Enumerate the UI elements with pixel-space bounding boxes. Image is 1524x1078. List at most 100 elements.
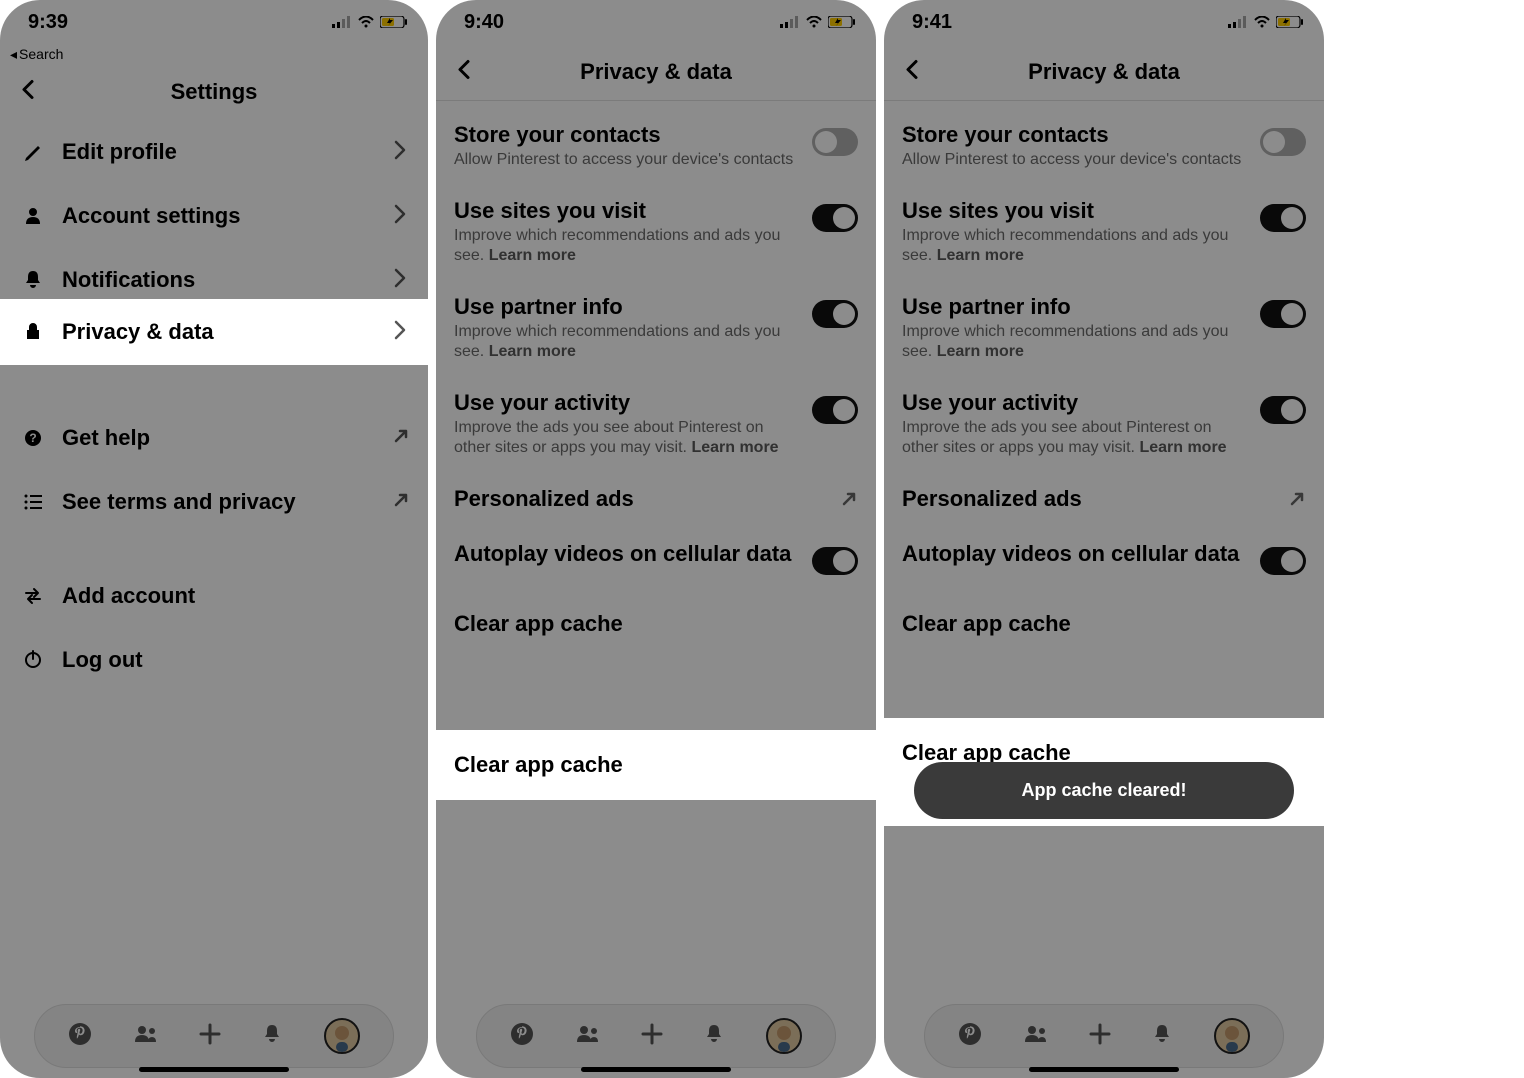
bell-icon xyxy=(18,270,48,290)
item-title: Use partner info xyxy=(902,294,1248,320)
item-clear-cache-highlight[interactable]: Clear app cache xyxy=(436,730,876,800)
item-subtitle: Allow Pinterest to access your device's … xyxy=(902,150,1248,170)
nav-create-icon[interactable] xyxy=(641,1023,663,1050)
battery-icon xyxy=(828,16,856,28)
nav-notifications-icon[interactable] xyxy=(705,1024,723,1049)
chevron-right-icon xyxy=(390,319,410,346)
item-use-activity: Use your activity Improve the ads you se… xyxy=(436,376,876,472)
home-indicator[interactable] xyxy=(139,1067,289,1072)
item-subtitle: Improve the ads you see about Pinterest … xyxy=(902,418,1248,458)
item-subtitle: Improve the ads you see about Pinterest … xyxy=(454,418,800,458)
row-label: Edit profile xyxy=(48,139,390,165)
item-title: Use sites you visit xyxy=(902,198,1248,224)
row-terms-privacy[interactable]: See terms and privacy xyxy=(0,470,428,534)
swap-icon xyxy=(18,587,48,605)
nav-avatar[interactable] xyxy=(324,1018,360,1054)
learn-more-link[interactable]: Learn more xyxy=(937,343,1024,360)
battery-icon xyxy=(380,16,408,28)
item-title: Clear app cache xyxy=(454,611,846,637)
toggle-partner-info[interactable] xyxy=(812,300,858,328)
external-link-icon xyxy=(1288,490,1306,513)
item-title: Use partner info xyxy=(454,294,800,320)
header: Privacy & data xyxy=(884,44,1324,100)
back-button[interactable] xyxy=(902,59,922,86)
learn-more-link[interactable]: Learn more xyxy=(489,343,576,360)
status-time: 9:40 xyxy=(464,11,504,34)
nav-home-icon[interactable] xyxy=(510,1022,534,1051)
row-privacy-data-highlight[interactable]: Privacy & data xyxy=(0,299,428,365)
question-icon xyxy=(18,429,48,447)
item-store-contacts: Store your contacts Allow Pinterest to a… xyxy=(436,108,876,184)
item-title: Store your contacts xyxy=(902,122,1248,148)
toggle-use-sites[interactable] xyxy=(812,204,858,232)
back-to-search[interactable]: ◂Search xyxy=(0,44,428,64)
page-title: Settings xyxy=(171,79,258,105)
nav-home-icon[interactable] xyxy=(958,1022,982,1051)
item-personalized-ads[interactable]: Personalized ads xyxy=(436,472,876,527)
cell-signal-icon xyxy=(780,16,800,28)
person-icon xyxy=(18,206,48,226)
item-subtitle: Improve which recommendations and ads yo… xyxy=(454,226,800,266)
chevron-right-icon xyxy=(390,139,410,166)
row-label: Notifications xyxy=(48,267,390,293)
home-indicator[interactable] xyxy=(581,1067,731,1072)
toast-cache-cleared: App cache cleared! xyxy=(914,762,1294,819)
learn-more-link[interactable]: Learn more xyxy=(691,439,778,456)
nav-people-icon[interactable] xyxy=(135,1024,157,1049)
toggle-use-activity[interactable] xyxy=(1260,396,1306,424)
item-title: Clear app cache xyxy=(902,611,1294,637)
row-edit-profile[interactable]: Edit profile xyxy=(0,120,428,184)
back-button[interactable] xyxy=(18,79,38,106)
status-bar: 9:40 xyxy=(436,0,876,44)
item-title: Personalized ads xyxy=(902,486,1276,512)
back-button[interactable] xyxy=(454,59,474,86)
toggle-store-contacts[interactable] xyxy=(1260,128,1306,156)
row-account-settings[interactable]: Account settings xyxy=(0,184,428,248)
nav-avatar[interactable] xyxy=(1214,1018,1250,1054)
nav-people-icon[interactable] xyxy=(1025,1024,1047,1049)
row-label: Log out xyxy=(48,647,410,673)
toggle-autoplay[interactable] xyxy=(1260,547,1306,575)
screen-settings: 9:39 ◂Search Settings Edit profile Accou… xyxy=(0,0,428,1078)
item-use-sites: Use sites you visit Improve which recomm… xyxy=(884,184,1324,280)
row-label: See terms and privacy xyxy=(48,489,392,515)
learn-more-link[interactable]: Learn more xyxy=(937,247,1024,264)
nav-people-icon[interactable] xyxy=(577,1024,599,1049)
nav-notifications-icon[interactable] xyxy=(1153,1024,1171,1049)
item-clear-cache[interactable]: Clear app cache xyxy=(436,589,876,659)
wifi-icon xyxy=(1254,16,1270,28)
home-indicator[interactable] xyxy=(1029,1067,1179,1072)
toggle-partner-info[interactable] xyxy=(1260,300,1306,328)
item-title: Autoplay videos on cellular data xyxy=(454,541,800,567)
nav-home-icon[interactable] xyxy=(68,1022,92,1051)
nav-create-icon[interactable] xyxy=(1089,1023,1111,1050)
toggle-use-sites[interactable] xyxy=(1260,204,1306,232)
nav-create-icon[interactable] xyxy=(199,1023,221,1050)
row-label: Account settings xyxy=(48,203,390,229)
learn-more-link[interactable]: Learn more xyxy=(1139,439,1226,456)
header: Privacy & data xyxy=(436,44,876,100)
power-icon xyxy=(18,650,48,670)
item-clear-cache[interactable]: Clear app cache xyxy=(884,589,1324,659)
nav-avatar[interactable] xyxy=(766,1018,802,1054)
cell-signal-icon xyxy=(332,16,352,28)
item-title: Personalized ads xyxy=(454,486,828,512)
toggle-store-contacts[interactable] xyxy=(812,128,858,156)
learn-more-link[interactable]: Learn more xyxy=(489,247,576,264)
item-subtitle: Improve which recommendations and ads yo… xyxy=(454,322,800,362)
item-title: Store your contacts xyxy=(454,122,800,148)
row-log-out[interactable]: Log out xyxy=(0,628,428,692)
status-time: 9:39 xyxy=(28,11,68,34)
nav-notifications-icon[interactable] xyxy=(263,1024,281,1049)
row-label: Get help xyxy=(48,425,392,451)
row-get-help[interactable]: Get help xyxy=(0,406,428,470)
item-partner-info: Use partner info Improve which recommend… xyxy=(884,280,1324,376)
item-personalized-ads[interactable]: Personalized ads xyxy=(884,472,1324,527)
row-add-account[interactable]: Add account xyxy=(0,564,428,628)
pencil-icon xyxy=(18,142,48,162)
toggle-use-activity[interactable] xyxy=(812,396,858,424)
bottom-nav xyxy=(924,1004,1284,1068)
bottom-nav xyxy=(34,1004,394,1068)
toggle-autoplay[interactable] xyxy=(812,547,858,575)
external-link-icon xyxy=(840,490,858,513)
